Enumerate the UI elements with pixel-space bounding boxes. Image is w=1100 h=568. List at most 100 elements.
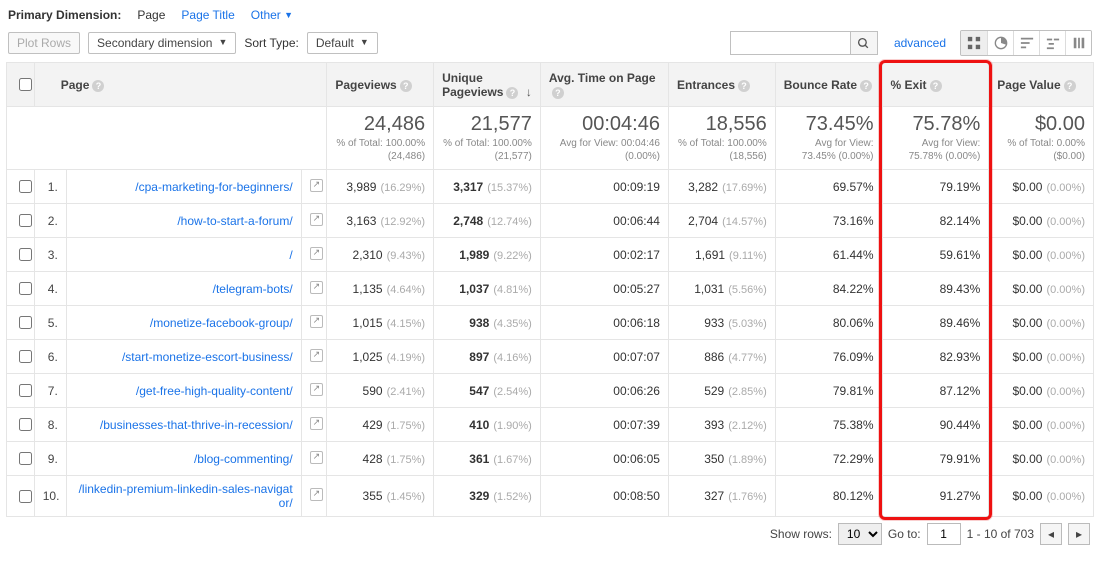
select-all-checkbox[interactable]: [19, 78, 32, 91]
next-page-button[interactable]: ▸: [1068, 523, 1090, 545]
external-link-icon[interactable]: [310, 349, 323, 362]
search-input[interactable]: [730, 31, 850, 55]
avg-time-cell: 00:06:05: [540, 442, 668, 476]
entrances-cell: 327(1.76%): [668, 476, 775, 517]
search-icon: [857, 37, 870, 50]
entrances-cell: 933(5.03%): [668, 306, 775, 340]
row-checkbox[interactable]: [19, 214, 32, 227]
page-link[interactable]: /start-monetize-escort-business/: [122, 350, 293, 364]
view-table-button[interactable]: [961, 31, 987, 55]
view-comparison-button[interactable]: [1039, 31, 1065, 55]
value-cell: $0.00(0.00%): [989, 272, 1094, 306]
goto-input[interactable]: [927, 523, 961, 545]
total-unique: 21,577% of Total: 100.00% (21,577): [434, 107, 541, 170]
dimension-other[interactable]: Other ▼: [251, 8, 293, 22]
page-link[interactable]: /how-to-start-a-forum/: [177, 214, 292, 228]
page-path-cell: /businesses-that-thrive-in-recession/: [66, 408, 301, 442]
view-toggle-group: [960, 30, 1092, 56]
advanced-link[interactable]: advanced: [894, 36, 946, 50]
page-link[interactable]: /get-free-high-quality-content/: [136, 384, 293, 398]
help-icon[interactable]: ?: [552, 87, 564, 99]
exit-cell: 59.61%: [882, 238, 989, 272]
exit-cell: 82.14%: [882, 204, 989, 238]
col-entrances[interactable]: Entrances?: [668, 63, 775, 107]
page-link[interactable]: /businesses-that-thrive-in-recession/: [100, 418, 293, 432]
col-page-value[interactable]: Page Value?: [989, 63, 1094, 107]
page-link[interactable]: /cpa-marketing-for-beginners/: [135, 180, 292, 194]
view-performance-button[interactable]: [1013, 31, 1039, 55]
help-icon[interactable]: ?: [930, 80, 942, 92]
row-checkbox[interactable]: [19, 384, 32, 397]
external-link-icon[interactable]: [310, 247, 323, 260]
col-pageviews[interactable]: Pageviews?: [327, 63, 434, 107]
help-icon[interactable]: ?: [400, 80, 412, 92]
row-checkbox[interactable]: [19, 282, 32, 295]
exit-cell: 79.19%: [882, 170, 989, 204]
entrances-cell: 350(1.89%): [668, 442, 775, 476]
help-icon[interactable]: ?: [738, 80, 750, 92]
row-checkbox[interactable]: [19, 452, 32, 465]
row-checkbox[interactable]: [19, 316, 32, 329]
row-index: 2.: [34, 204, 66, 238]
page-link[interactable]: /monetize-facebook-group/: [150, 316, 293, 330]
view-pie-button[interactable]: [987, 31, 1013, 55]
search-button[interactable]: [850, 31, 878, 55]
col-avg-time[interactable]: Avg. Time on Page?: [540, 63, 668, 107]
total-value: $0.00% of Total: 0.00% ($0.00): [989, 107, 1094, 170]
external-link-icon[interactable]: [310, 213, 323, 226]
prev-page-button[interactable]: ◂: [1040, 523, 1062, 545]
external-link-icon[interactable]: [310, 488, 323, 501]
page-link[interactable]: /telegram-bots/: [213, 282, 293, 296]
exit-cell: 82.93%: [882, 340, 989, 374]
help-icon[interactable]: ?: [1064, 80, 1076, 92]
chevron-left-icon: ◂: [1048, 527, 1054, 541]
total-pageviews: 24,486% of Total: 100.00% (24,486): [327, 107, 434, 170]
page-link[interactable]: /: [289, 248, 292, 262]
help-icon[interactable]: ?: [860, 80, 872, 92]
primary-dimension-label: Primary Dimension:: [8, 8, 121, 22]
page-path-cell: /monetize-facebook-group/: [66, 306, 301, 340]
row-checkbox[interactable]: [19, 418, 32, 431]
open-page-cell: [301, 408, 327, 442]
chevron-down-icon: ▼: [218, 37, 227, 47]
external-link-icon[interactable]: [310, 451, 323, 464]
bounce-cell: 75.38%: [775, 408, 882, 442]
help-icon[interactable]: ?: [92, 80, 104, 92]
row-checkbox[interactable]: [19, 350, 32, 363]
help-icon[interactable]: ?: [506, 87, 518, 99]
exit-cell: 79.91%: [882, 442, 989, 476]
col-bounce-rate[interactable]: Bounce Rate?: [775, 63, 882, 107]
show-rows-select[interactable]: 10: [838, 523, 882, 545]
external-link-icon[interactable]: [310, 281, 323, 294]
secondary-dimension-select[interactable]: Secondary dimension ▼: [88, 32, 236, 54]
col-page[interactable]: Page?: [34, 63, 327, 107]
goto-label: Go to:: [888, 527, 921, 541]
open-page-cell: [301, 374, 327, 408]
view-pivot-button[interactable]: [1065, 31, 1091, 55]
dimension-page[interactable]: Page: [137, 8, 165, 22]
chevron-down-icon: ▼: [360, 37, 369, 47]
plot-rows-button[interactable]: Plot Rows: [8, 32, 80, 54]
external-link-icon[interactable]: [310, 179, 323, 192]
table-row: 9./blog-commenting/428(1.75%)361(1.67%)0…: [7, 442, 1094, 476]
bars-horizontal-icon: [1020, 36, 1034, 50]
page-link[interactable]: /linkedin-premium-linkedin-sales-navigat…: [79, 482, 293, 510]
table-row: 4./telegram-bots/1,135(4.64%)1,037(4.81%…: [7, 272, 1094, 306]
page-link[interactable]: /blog-commenting/: [194, 452, 293, 466]
pivot-icon: [1072, 36, 1086, 50]
row-index: 8.: [34, 408, 66, 442]
row-index: 6.: [34, 340, 66, 374]
row-checkbox[interactable]: [19, 490, 32, 503]
dimension-page-title[interactable]: Page Title: [181, 8, 234, 22]
col-unique-pageviews[interactable]: Unique Pageviews?↓: [434, 63, 541, 107]
external-link-icon[interactable]: [310, 383, 323, 396]
col-exit[interactable]: % Exit?: [882, 63, 989, 107]
sort-type-select[interactable]: Default ▼: [307, 32, 378, 54]
external-link-icon[interactable]: [310, 417, 323, 430]
pageviews-cell: 1,025(4.19%): [327, 340, 434, 374]
row-checkbox[interactable]: [19, 180, 32, 193]
unique-pageviews-cell: 938(4.35%): [434, 306, 541, 340]
row-checkbox[interactable]: [19, 248, 32, 261]
show-rows-label: Show rows:: [770, 527, 832, 541]
external-link-icon[interactable]: [310, 315, 323, 328]
